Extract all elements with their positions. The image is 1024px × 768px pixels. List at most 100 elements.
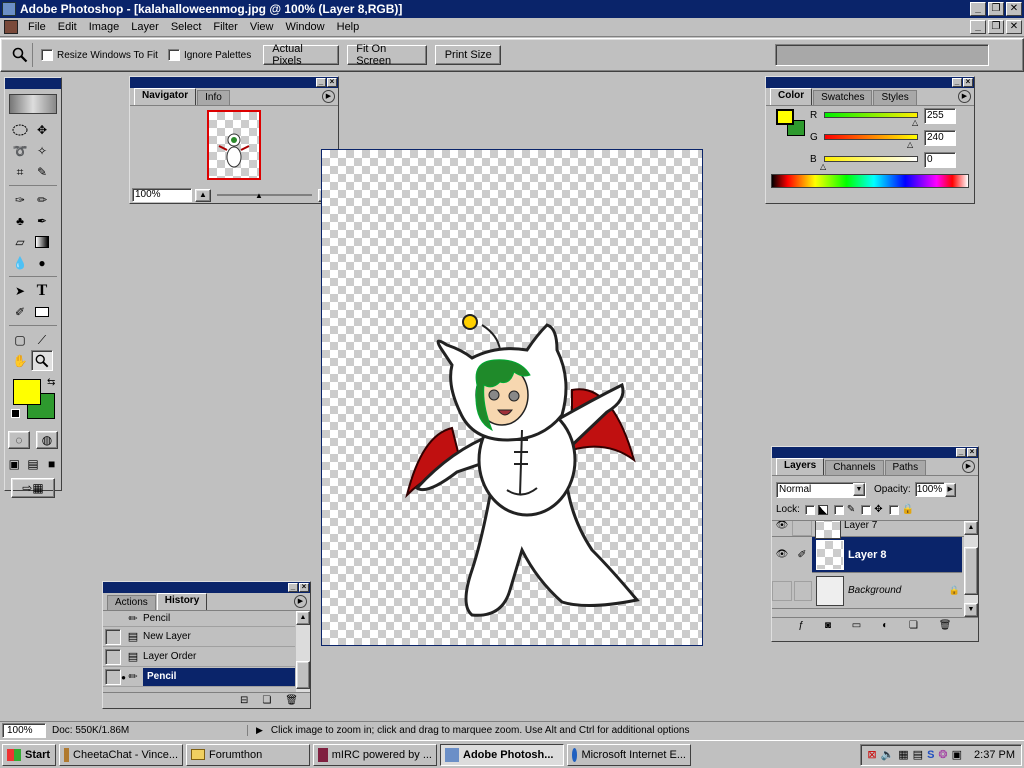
delete-state-icon[interactable]: 🗑 — [285, 695, 298, 706]
crop-tool-icon[interactable]: ⌗ — [9, 161, 31, 182]
magic-wand-tool-icon[interactable]: ✧ — [31, 140, 53, 161]
default-colors-icon[interactable] — [11, 409, 20, 418]
path-selection-tool-icon[interactable]: ➤ — [9, 280, 31, 301]
layer-mask-icon[interactable]: ◙ — [825, 620, 831, 631]
restore-button[interactable]: ❐ — [988, 2, 1004, 16]
history-menu-icon[interactable]: ▶ — [294, 595, 307, 608]
eraser-tool-icon[interactable]: ▱ — [9, 231, 31, 252]
taskbar-item-forumthon[interactable]: Forumthon — [186, 743, 310, 766]
color-fg-swatch[interactable] — [776, 109, 794, 125]
tab-styles[interactable]: Styles — [873, 90, 917, 105]
tray-app-icon[interactable]: ▤ — [913, 748, 923, 761]
zoom-tool-selected-icon[interactable] — [31, 350, 53, 371]
full-screen-mode-icon[interactable]: ■ — [45, 453, 59, 474]
type-tool-icon[interactable]: T — [31, 280, 53, 301]
menu-view[interactable]: View — [244, 19, 280, 36]
blend-mode-dropdown-icon[interactable]: ▼ — [853, 483, 865, 496]
layer-style-icon[interactable]: ƒ — [798, 620, 804, 631]
lock-image-checkbox[interactable] — [833, 504, 844, 515]
adjustment-layer-icon[interactable]: ◐ — [882, 620, 888, 631]
layers-close-button[interactable]: × — [967, 448, 977, 457]
tab-actions[interactable]: Actions — [107, 595, 156, 610]
standard-mode-icon[interactable]: ◌ — [8, 431, 30, 449]
eyedropper-tool-icon[interactable]: ⟋ — [31, 329, 53, 350]
history-scrollbar[interactable]: ▲ — [296, 611, 310, 692]
marquee-tool-icon[interactable] — [9, 119, 31, 140]
close-button[interactable]: ✕ — [1006, 2, 1022, 16]
fit-on-screen-button[interactable]: Fit On Screen — [347, 43, 428, 67]
new-snapshot-icon[interactable]: ❏ — [262, 695, 271, 706]
navigator-zoom-field[interactable]: 100% — [132, 188, 192, 202]
tab-channels[interactable]: Channels — [825, 460, 884, 475]
tray-monitor-icon[interactable]: ▣ — [952, 748, 962, 761]
foreground-color-swatch[interactable] — [13, 379, 41, 405]
menu-file[interactable]: File — [22, 19, 52, 36]
lock-transparency-checkbox[interactable] — [804, 504, 815, 515]
layer-visibility-icon[interactable]: 👁 — [772, 536, 792, 573]
resize-windows-checkbox[interactable] — [41, 49, 53, 61]
jump-to-imageready-icon[interactable]: ⇨▦ — [11, 478, 55, 498]
ignore-palettes-checkbox[interactable] — [167, 49, 180, 61]
start-button[interactable]: Start — [2, 743, 56, 766]
tab-history[interactable]: History — [156, 593, 208, 610]
color-spectrum-bar[interactable] — [771, 174, 969, 188]
pen-tool-icon[interactable]: ✐ — [9, 301, 31, 322]
lock-all-checkbox[interactable] — [888, 504, 899, 515]
hand-tool-icon[interactable]: ✋ — [9, 350, 31, 371]
green-slider[interactable] — [824, 134, 918, 140]
menu-select[interactable]: Select — [165, 19, 208, 36]
blue-slider[interactable] — [824, 156, 918, 162]
blend-mode-select[interactable]: Normal ▼ — [776, 481, 866, 498]
menu-layer[interactable]: Layer — [125, 19, 165, 36]
full-screen-menu-mode-icon[interactable]: ▤ — [26, 453, 40, 474]
tab-info[interactable]: Info — [197, 90, 230, 105]
navigator-zoom-slider[interactable]: ▲ — [217, 191, 312, 200]
layers-scrollbar[interactable]: ▲ ▼ — [964, 521, 978, 617]
navigator-thumbnail[interactable] — [207, 110, 261, 180]
tray-swirl-icon[interactable]: ❂ — [938, 748, 947, 761]
minimize-button[interactable]: _ — [970, 2, 986, 16]
green-slider-handle-icon[interactable]: △ — [907, 140, 913, 149]
move-tool-icon[interactable]: ✥ — [31, 119, 53, 140]
actual-pixels-button[interactable]: Actual Pixels — [263, 43, 340, 67]
dodge-tool-icon[interactable]: ● — [31, 252, 53, 273]
menu-help[interactable]: Help — [331, 19, 366, 36]
blur-tool-icon[interactable]: 💧 — [9, 252, 31, 273]
doc-size-info[interactable]: Doc: 550K/1.86M — [52, 725, 248, 736]
taskbar-item-photoshop[interactable]: Adobe Photosh... — [440, 743, 564, 766]
pencil-tool-icon[interactable]: ✏ — [31, 189, 53, 210]
navigator-minimize-button[interactable]: _ — [316, 78, 326, 87]
tray-close-icon[interactable]: ⊠ — [867, 748, 876, 761]
new-document-from-state-icon[interactable]: ⊟ — [240, 695, 248, 706]
layer-row[interactable]: Background 🔒 — [772, 573, 962, 609]
blue-slider-handle-icon[interactable]: △ — [820, 162, 826, 171]
gradient-tool-icon[interactable] — [31, 231, 53, 252]
notes-tool-icon[interactable]: ▢ — [9, 329, 31, 350]
opacity-field[interactable]: 100% — [914, 482, 945, 497]
red-slider[interactable] — [824, 112, 918, 118]
blue-value-field[interactable]: 0 — [924, 152, 956, 168]
history-brush-tool-icon[interactable]: ✒ — [31, 210, 53, 231]
menu-filter[interactable]: Filter — [207, 19, 243, 36]
tab-swatches[interactable]: Swatches — [813, 90, 873, 105]
layer-row[interactable]: 👁 Layer 7 — [772, 521, 978, 539]
doc-close-button[interactable]: ✕ — [1006, 20, 1022, 34]
delete-layer-icon[interactable]: 🗑 — [939, 620, 952, 631]
navigator-menu-icon[interactable]: ▶ — [322, 90, 335, 103]
adobe-online-logo[interactable] — [9, 94, 57, 114]
taskbar-item-internet-explorer[interactable]: Microsoft Internet E... — [567, 743, 691, 766]
new-layer-icon[interactable]: ❏ — [909, 620, 918, 631]
healing-brush-tool-icon[interactable]: ✑ — [9, 189, 31, 210]
history-item-selected[interactable]: ● ✏ Pencil — [103, 667, 295, 687]
history-scroll-up-icon[interactable]: ▲ — [296, 611, 310, 625]
tab-navigator[interactable]: Navigator — [134, 88, 197, 105]
rectangle-tool-icon[interactable] — [31, 301, 53, 322]
history-scroll-thumb[interactable] — [296, 661, 310, 689]
lasso-tool-icon[interactable]: ➰ — [9, 140, 31, 161]
layers-scroll-thumb[interactable] — [964, 547, 978, 595]
print-size-button[interactable]: Print Size — [435, 45, 502, 65]
tray-s-icon[interactable]: S — [927, 749, 934, 761]
network-icon[interactable]: ▦ — [898, 748, 908, 761]
layer-row-selected[interactable]: 👁 ✐ Layer 8 — [772, 536, 962, 573]
layers-minimize-button[interactable]: _ — [956, 448, 966, 457]
